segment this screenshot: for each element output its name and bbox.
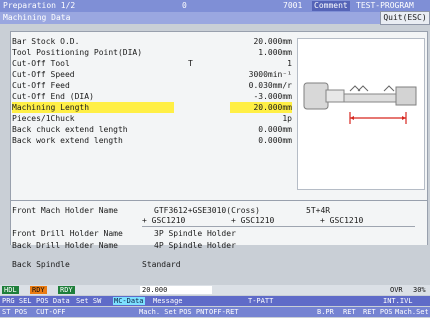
rdy-status-badge-2: RDY	[58, 286, 75, 294]
bar-stock-value[interactable]: 20.000mm	[180, 36, 292, 47]
back-spindle-value[interactable]: Standard	[142, 260, 181, 269]
back-chuck-value[interactable]: 0.000mm	[180, 124, 292, 135]
quit-button[interactable]: Quit(ESC)	[380, 11, 430, 25]
int-ivl-key[interactable]: INT.IVL	[383, 297, 413, 305]
holder-divider	[142, 226, 415, 227]
front-mach-sub-1[interactable]: + GSC1210	[142, 215, 185, 226]
cutoff-end-label: Cut-Off End (DIA)	[12, 92, 94, 101]
cutoff-tool-label: Cut-Off Tool	[12, 59, 70, 68]
override-label: OVR	[390, 286, 403, 294]
tool-positioning-value[interactable]: 1.000mm	[180, 47, 292, 58]
cutoff-speed-value[interactable]: 3000min⁻¹	[180, 69, 292, 80]
program-name: TEST-PROGRAM	[356, 1, 414, 10]
message-key[interactable]: Message	[153, 297, 183, 305]
title-bar: Machining Data	[0, 12, 430, 24]
prg-sel-key[interactable]: PRG SEL	[2, 297, 32, 305]
pos-pnt-key[interactable]: POS PNT	[179, 308, 209, 316]
st-pos-key[interactable]: ST POS	[2, 308, 27, 316]
front-drill-value[interactable]: 3P Spindle Holder	[154, 228, 236, 239]
function-key-row-bottom: ST POS CUT-OFF Mach. Set POS PNT OFF-RET…	[0, 307, 430, 317]
mach-set-key[interactable]: Mach. Set	[139, 308, 177, 316]
ret-pos-key[interactable]: RET POS	[363, 308, 393, 316]
top-indicator: 0	[182, 1, 187, 10]
cut-off-key[interactable]: CUT-OFF	[36, 308, 66, 316]
mc-data-key[interactable]: MC-Data	[113, 297, 145, 305]
back-spindle-label: Back Spindle	[12, 260, 70, 269]
back-drill-value[interactable]: 4P Spindle Holder	[154, 240, 236, 251]
t-patt-key[interactable]: T-PATT	[248, 297, 273, 305]
pieces-label: Pieces/1Chuck	[12, 114, 75, 123]
front-drill-label: Front Drill Holder Name	[12, 229, 123, 238]
cutoff-end-value[interactable]: -3.000mm	[180, 91, 292, 102]
set-sw-key[interactable]: Set SW	[76, 297, 101, 305]
back-chuck-label: Back chuck extend length	[12, 125, 128, 134]
page-title: Machining Data	[3, 13, 71, 22]
ret-key[interactable]: RET	[343, 308, 356, 316]
cutoff-feed-value[interactable]: 0.030mm/r	[180, 80, 292, 91]
rdy-status-badge-1: RDY	[30, 286, 47, 294]
front-mach-sub-2[interactable]: + GSC1210	[231, 215, 274, 226]
off-ret-key[interactable]: OFF-RET	[209, 308, 239, 316]
pieces-value[interactable]: 1p	[180, 113, 292, 124]
program-number: 7001	[283, 1, 303, 10]
hdl-status-badge: HDL	[2, 286, 19, 294]
back-work-label: Back work extend length	[12, 136, 123, 145]
cutoff-tool-value[interactable]: 1	[180, 58, 292, 69]
back-spindle-value-box[interactable]: Standard	[142, 259, 415, 270]
machining-diagram	[297, 38, 425, 190]
tool-positioning-label: Tool Positioning Point(DIA)	[12, 48, 143, 57]
screen-name: Preparation 1/2	[3, 1, 76, 10]
comment-label: Comment	[312, 1, 350, 11]
machining-diagram-svg	[298, 39, 424, 189]
front-mach-sub-3[interactable]: + GSC1210	[320, 215, 363, 226]
back-drill-label: Back Drill Holder Name	[12, 241, 118, 250]
front-mach-label: Front Mach Holder Name	[12, 206, 118, 215]
back-work-value[interactable]: 0.000mm	[180, 135, 292, 146]
status-line: HDL RDY RDY 20.000 OVR 30%	[0, 285, 430, 295]
function-key-row-top: PRG SEL POS Data Set SW MC-Data Message …	[0, 296, 430, 306]
top-bar: Preparation 1/2 0 7001 Comment TEST-PROG…	[0, 0, 430, 12]
override-value: 30%	[413, 286, 426, 294]
mach-set-right-key[interactable]: Mach.Set	[395, 308, 429, 316]
b-pr-key[interactable]: B.PR	[317, 308, 334, 316]
machining-length-label: Machining Length	[12, 102, 174, 113]
cutoff-speed-label: Cut-Off Speed	[12, 70, 75, 79]
cutoff-feed-label: Cut-Off Feed	[12, 81, 70, 90]
machining-length-value[interactable]: 20.000mm	[230, 102, 292, 113]
status-value-box: 20.000	[140, 286, 212, 294]
pos-data-key[interactable]: POS Data	[36, 297, 70, 305]
bar-stock-label: Bar Stock O.D.	[12, 37, 80, 46]
screen: Preparation 1/2 0 7001 Comment TEST-PROG…	[0, 0, 430, 318]
